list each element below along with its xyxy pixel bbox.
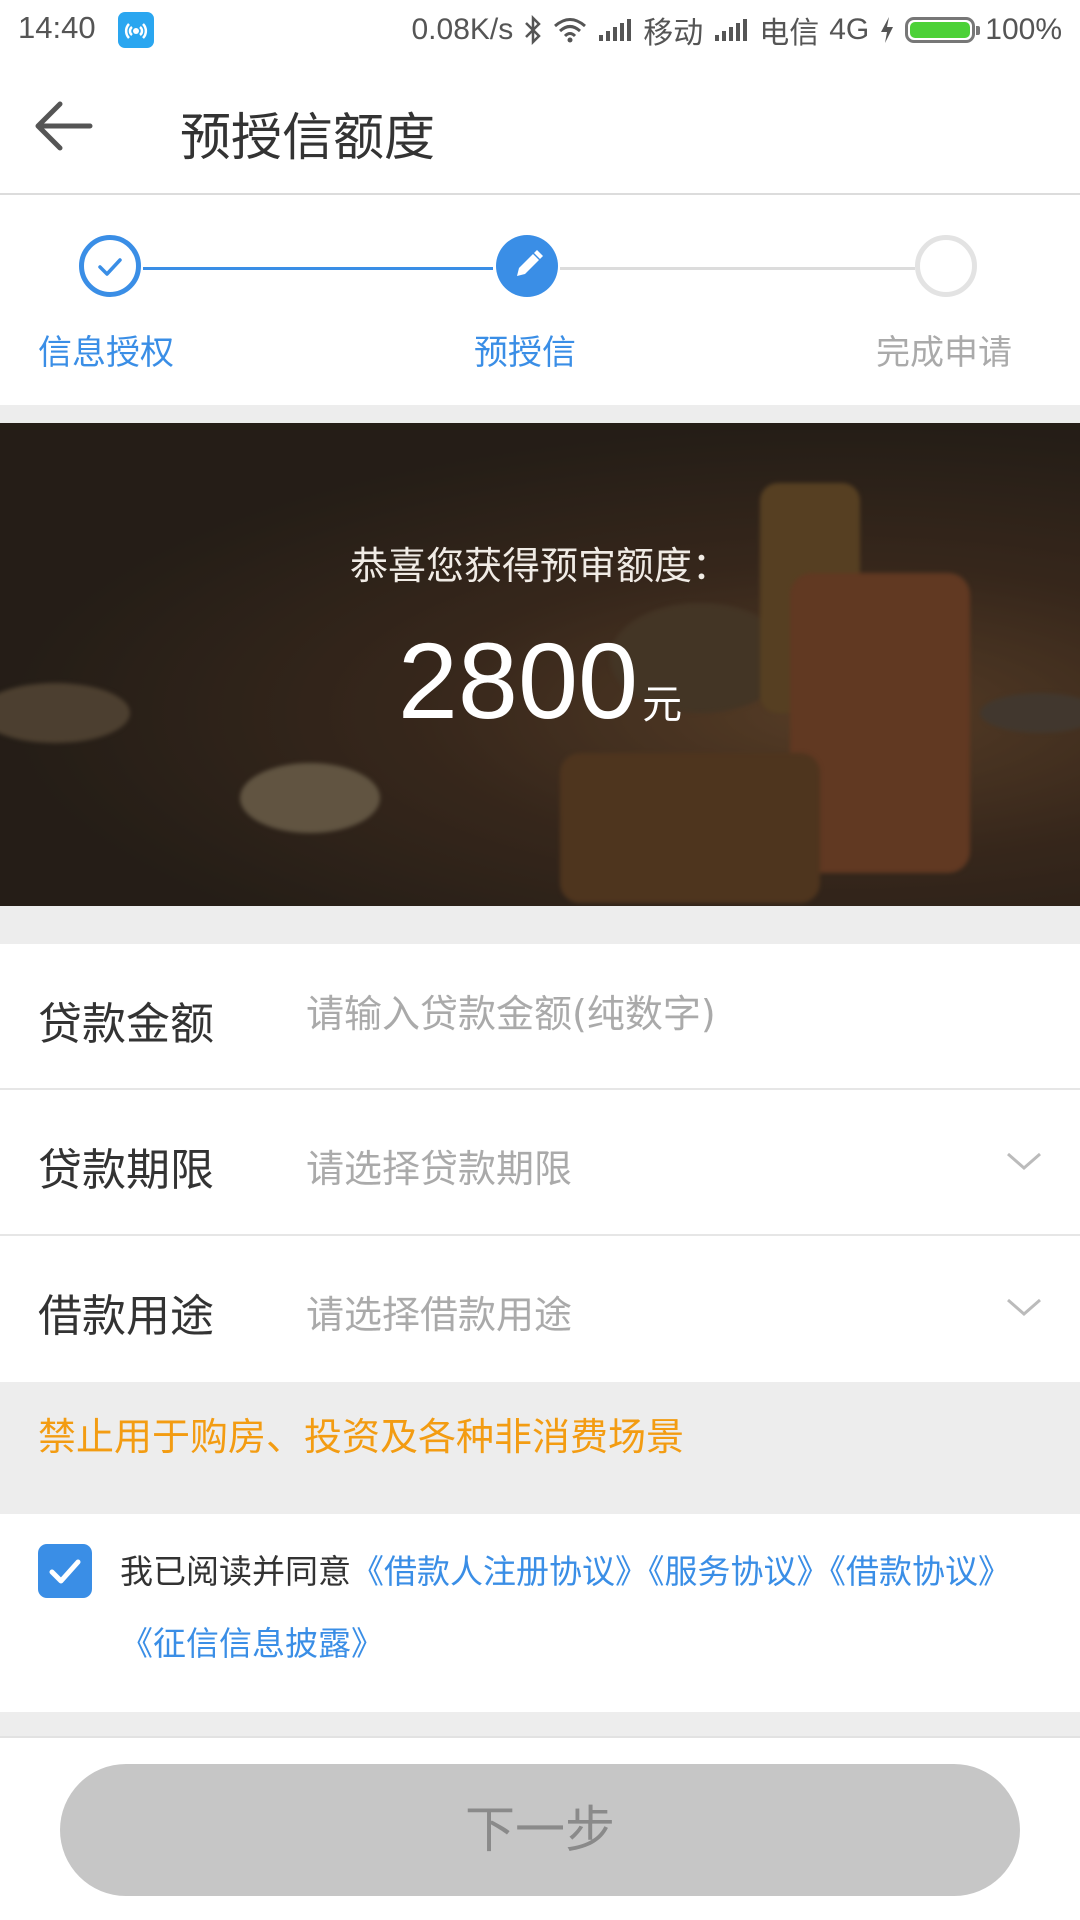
status-bar: 14:40 0.08K/s 移动 电信 4G 100% xyxy=(0,0,1080,60)
checkmark-icon xyxy=(49,1559,81,1584)
loan-term-select[interactable]: 请选择贷款期限 xyxy=(306,1138,1006,1193)
step-done-checkmark-icon xyxy=(79,235,141,297)
step-pending-circle-icon xyxy=(915,235,977,297)
link-borrower-registration[interactable]: 《借款人注册协议》 xyxy=(351,1552,648,1591)
step-connector-done xyxy=(143,267,493,270)
network-speed: 0.08K/s xyxy=(411,13,514,46)
carrier-1: 移动 xyxy=(643,17,704,50)
next-step-button[interactable]: 下一步 xyxy=(60,1764,1020,1896)
usage-notice: 禁止用于购房、投资及各种非消费场景 xyxy=(0,1382,1080,1514)
status-right-group: 0.08K/s 移动 电信 4G 100% xyxy=(412,8,1063,52)
step-label-pre-credit: 预授信 xyxy=(474,333,576,373)
step-connector-pending xyxy=(560,267,915,270)
loan-purpose-select[interactable]: 请选择借款用途 xyxy=(306,1284,1006,1339)
wireless-app-icon xyxy=(118,12,154,48)
app-header: 预授信额度 xyxy=(0,60,1080,195)
loan-amount-input[interactable] xyxy=(306,992,1006,1036)
footer-bar: 下一步 xyxy=(0,1738,1080,1920)
link-loan-agreement[interactable]: 《借款协议》 xyxy=(830,1552,1012,1591)
credit-amount-value: 2800 xyxy=(397,620,639,741)
banner-subtitle: 恭喜您获得预审额度： xyxy=(349,544,730,588)
chevron-down-icon[interactable] xyxy=(1004,1148,1044,1174)
battery-icon xyxy=(905,17,981,43)
status-time: 14:40 xyxy=(18,10,96,45)
battery-percent: 100% xyxy=(985,13,1062,46)
agreement-text: 我已阅读并同意《借款人注册协议》《服务协议》《借款协议》《征信信息披露》 xyxy=(120,1536,1020,1680)
agreement-section: 我已阅读并同意《借款人注册协议》《服务协议》《借款协议》《征信信息披露》 xyxy=(0,1514,1080,1712)
credit-banner: 恭喜您获得预审额度： 2800 元 xyxy=(0,423,1080,906)
chevron-down-icon[interactable] xyxy=(1004,1294,1044,1320)
credit-amount: 2800 元 xyxy=(0,618,1080,743)
step-label-complete: 完成申请 xyxy=(876,333,1012,373)
bluetooth-icon xyxy=(525,15,542,45)
section-divider xyxy=(0,1712,1080,1738)
wifi-icon xyxy=(554,18,587,43)
carrier-2: 电信 xyxy=(759,17,820,50)
step-current-pencil-icon xyxy=(496,235,558,297)
agreement-prefix: 我已阅读并同意 xyxy=(120,1552,351,1591)
loan-term-row[interactable]: 贷款期限 请选择贷款期限 xyxy=(0,1090,1080,1236)
loan-purpose-label: 借款用途 xyxy=(38,1291,214,1342)
step-label-authorization: 信息授权 xyxy=(38,333,174,373)
loan-amount-label: 贷款金额 xyxy=(38,999,214,1050)
loan-purpose-row[interactable]: 借款用途 请选择借款用途 xyxy=(0,1236,1080,1382)
credit-amount-unit: 元 xyxy=(642,682,683,728)
agreement-checkbox[interactable] xyxy=(38,1544,92,1598)
section-divider xyxy=(0,906,1080,944)
link-credit-disclosure[interactable]: 《征信信息披露》 xyxy=(120,1624,384,1663)
charging-icon xyxy=(881,17,894,43)
page-title: 预授信额度 xyxy=(180,109,436,168)
section-divider xyxy=(0,405,1080,423)
usage-notice-text: 禁止用于购房、投资及各种非消费场景 xyxy=(38,1415,685,1459)
back-arrow-icon[interactable] xyxy=(30,98,96,154)
loan-amount-row: 贷款金额 xyxy=(0,944,1080,1090)
signal-icon xyxy=(715,19,748,41)
network-type: 4G xyxy=(829,13,870,46)
loan-term-label: 贷款期限 xyxy=(38,1145,214,1196)
signal-icon xyxy=(599,19,632,41)
link-service-agreement[interactable]: 《服务协议》 xyxy=(648,1552,830,1591)
progress-stepper: 信息授权 预授信 完成申请 xyxy=(0,195,1080,405)
